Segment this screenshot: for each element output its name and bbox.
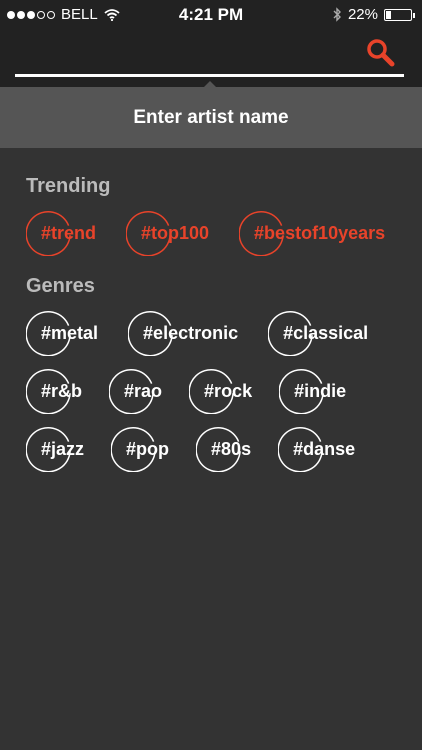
search-underline (15, 74, 404, 77)
genre-tag[interactable]: #pop (111, 426, 169, 472)
battery-percentage: 22% (347, 6, 378, 23)
genre-tags-row-3: #jazz #pop #80s #danse (26, 426, 355, 472)
genre-tags-row-2: #r&b #rao #rock #indie (26, 368, 346, 414)
trending-title: Trending (26, 175, 111, 197)
trending-tag[interactable]: #trend (26, 210, 96, 256)
genre-tag[interactable]: #danse (278, 426, 355, 472)
search-bar (0, 30, 422, 87)
bluetooth-icon (333, 7, 341, 22)
trending-tag[interactable]: #bestof10years (239, 210, 385, 256)
genre-tag[interactable]: #r&b (26, 368, 82, 414)
genre-tags-row-1: #metal #electronic #classical (26, 310, 368, 356)
genre-tag[interactable]: #rock (189, 368, 252, 414)
genre-tag[interactable]: #rao (109, 368, 162, 414)
genre-tag[interactable]: #metal (26, 310, 98, 356)
genre-tag[interactable]: #jazz (26, 426, 84, 472)
search-hint-bar: Enter artist name (0, 87, 422, 148)
genres-title: Genres (26, 275, 95, 297)
trending-tags: #trend #top100 #bestof10years (26, 210, 385, 256)
trending-tag[interactable]: #top100 (126, 210, 209, 256)
search-icon (367, 39, 395, 67)
artist-search-input[interactable] (16, 40, 360, 72)
battery-icon (384, 8, 415, 21)
genre-tag[interactable]: #classical (268, 310, 368, 356)
status-bar-right: 22% (333, 6, 415, 23)
genre-tag[interactable]: #electronic (128, 310, 238, 356)
genre-tag[interactable]: #indie (279, 368, 346, 414)
status-bar: BELL 4:21 PM 22% (0, 0, 422, 30)
search-button[interactable] (364, 36, 398, 70)
genre-tag[interactable]: #80s (196, 426, 251, 472)
